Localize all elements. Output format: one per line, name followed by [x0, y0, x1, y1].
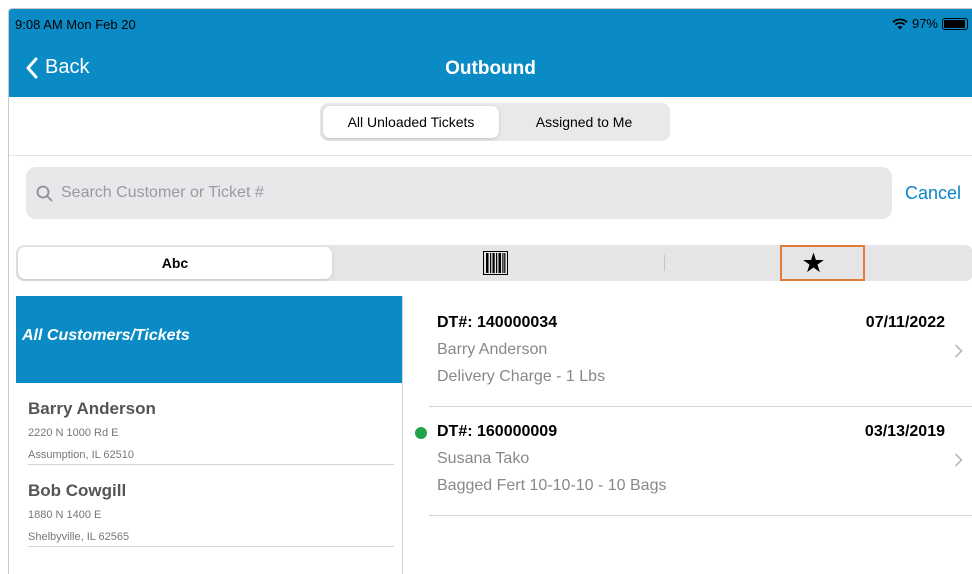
sidebar-item-all-customers[interactable]: All Customers/Tickets	[16, 296, 402, 383]
ticket-customer: Barry Anderson	[437, 341, 548, 358]
status-time: 9:08 AM Mon Feb 20	[15, 17, 136, 32]
tab-all-unloaded-tickets[interactable]: All Unloaded Tickets	[323, 106, 499, 138]
customer-address: 1880 N 1400 E	[28, 509, 102, 521]
divider	[429, 515, 972, 516]
customer-name: Barry Anderson	[28, 399, 156, 418]
highlight-frame	[780, 245, 865, 281]
cancel-button[interactable]: Cancel	[905, 183, 961, 204]
status-right: 97%	[892, 16, 968, 31]
ticket-description: Delivery Charge - 1 Lbs	[437, 368, 606, 385]
ticket-number: DT#: 140000034	[437, 314, 558, 331]
wifi-icon	[892, 18, 908, 29]
battery-percent: 97%	[911, 16, 938, 31]
search-input[interactable]	[59, 183, 843, 203]
top-bar: 9:08 AM Mon Feb 20 97% Back Outbound	[9, 9, 972, 97]
search-icon	[36, 185, 53, 201]
ticket-number: DT#: 160000009	[437, 423, 558, 440]
customer-sidebar: All Customers/Tickets Barry Anderson 222…	[16, 296, 403, 574]
ticket-filter-segmented-control: All Unloaded Tickets Assigned to Me	[320, 103, 670, 141]
status-dot-icon	[415, 427, 427, 439]
search-row: Cancel	[9, 156, 972, 236]
barcode-icon	[482, 251, 508, 275]
battery-icon	[942, 17, 968, 30]
ticket-filter-row: All Unloaded Tickets Assigned to Me	[9, 97, 972, 156]
divider	[28, 546, 394, 547]
ticket-row[interactable]: DT#: 140000034 07/11/2022 Barry Anderson…	[429, 298, 972, 407]
customer-city: Shelbyville, IL 62565	[28, 531, 130, 543]
chevron-right-icon	[955, 344, 963, 358]
app-window: 9:08 AM Mon Feb 20 97% Back Outbound All…	[8, 8, 972, 574]
ticket-customer: Susana Tako	[437, 450, 530, 467]
chevron-right-icon	[955, 453, 963, 467]
customer-name: Bob Cowgill	[28, 481, 127, 500]
page-title: Outbound	[445, 58, 536, 79]
tab-assigned-to-me[interactable]: Assigned to Me	[501, 106, 667, 138]
sidebar-item-customer[interactable]: Barry Anderson 2220 N 1000 Rd E Assumpti…	[16, 383, 402, 465]
ticket-description: Bagged Fert 10-10-10 - 10 Bags	[437, 477, 667, 494]
sort-segmented-control: Abc ★	[16, 245, 972, 281]
search-bar	[26, 167, 892, 219]
sort-alphabetical-label: Abc	[161, 255, 189, 271]
ticket-date: 07/11/2022	[865, 314, 945, 331]
ticket-row[interactable]: DT#: 160000009 03/13/2019 Susana Tako Ba…	[415, 407, 972, 516]
sort-barcode-button[interactable]	[338, 247, 652, 279]
customer-city: Assumption, IL 62510	[28, 449, 134, 461]
customer-address: 2220 N 1000 Rd E	[28, 427, 119, 439]
sidebar-item-customer[interactable]: Bob Cowgill 1880 N 1400 E Shelbyville, I…	[16, 465, 402, 547]
sort-alphabetical-button[interactable]: Abc	[18, 247, 332, 279]
ticket-date: 03/13/2019	[864, 423, 945, 440]
